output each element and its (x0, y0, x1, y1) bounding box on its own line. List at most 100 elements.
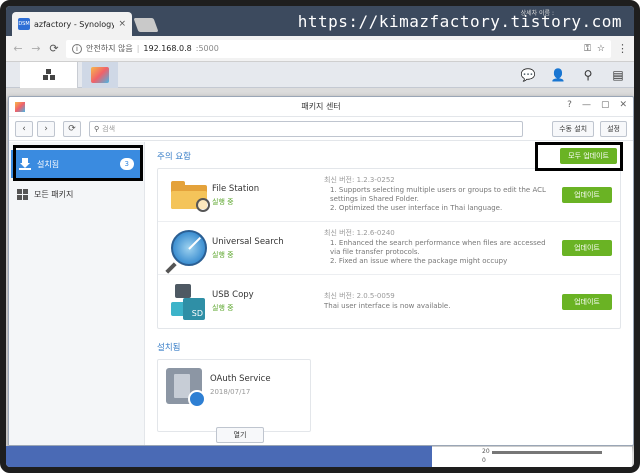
package-name: USB Copy (212, 290, 254, 300)
toolbar-actions: 수동 설치 설정 (552, 120, 627, 137)
package-notes-text: Thai user interface is now available. (324, 301, 451, 310)
package-name-cell: File Station 실행 중 (212, 184, 324, 207)
search-field-icon: ⚲ (94, 124, 100, 133)
update-button[interactable]: 업데이트 (562, 187, 612, 203)
package-center-window: 패키지 센터 ? — ▢ ✕ ‹ › ⟳ ⚲ 검색 수동 설치 설정 설치됨 3… (8, 96, 634, 446)
watermark: https://kimazfactory.tistory.com (297, 12, 622, 31)
url-port: :5000 (195, 44, 219, 53)
oauth-service-icon (166, 368, 206, 408)
package-version: 최신 버전: 1.2.3-0252 (324, 176, 395, 185)
package-center-icon (91, 67, 109, 83)
package-name-cell: USB Copy 실행 중 (212, 290, 324, 313)
info-icon[interactable]: i (72, 43, 82, 54)
tab-close-icon[interactable]: × (118, 19, 126, 29)
package-release-notes: 최신 버전: 2.0.5-0059 Thai user interface is… (324, 292, 554, 311)
search-placeholder: 검색 (102, 124, 116, 133)
package-notes-text: 1. Supports selecting multiple users or … (330, 185, 546, 213)
maximize-icon[interactable]: ▢ (601, 100, 610, 110)
update-button[interactable]: 업데이트 (562, 293, 612, 310)
browser-tab-strip: DSM azfactory - Synology Di × 상세차 이름 : h… (6, 6, 634, 36)
key-icon[interactable]: ⚿ (584, 44, 591, 54)
bookmark-star-icon[interactable]: ☆ (597, 44, 605, 54)
sidebar: 설치됨 3 모든 패키지 (9, 142, 145, 445)
installed-package-info: OAuth Service 2018/07/17 (210, 368, 271, 423)
taskbar-right-icons: 💬 👤 ⚲ ▤ (520, 62, 626, 88)
package-status: 실행 중 (212, 250, 234, 259)
forward-arrow-icon[interactable]: → (30, 42, 42, 55)
url-separator: | (136, 44, 140, 53)
reload-icon[interactable]: ⟳ (48, 42, 60, 55)
browser-tab-title: azfactory - Synology Di (34, 19, 115, 29)
package-icon-cell: SD (166, 282, 212, 322)
open-button[interactable]: 열기 (216, 427, 264, 443)
sidebar-item-label: 모든 패키지 (34, 189, 74, 199)
dsm-taskbar: 💬 👤 ⚲ ▤ (6, 62, 634, 88)
package-name-cell: Universal Search 실행 중 (212, 237, 324, 260)
dsm-favicon-icon: DSM (18, 18, 30, 30)
widgets-icon[interactable]: ▤ (610, 67, 626, 83)
forward-button[interactable]: › (37, 120, 55, 137)
window-app-icon (15, 102, 25, 112)
window-controls: ? — ▢ ✕ (567, 100, 627, 110)
widget-bar (492, 451, 602, 454)
main-menu-grid-icon (42, 69, 55, 81)
usb-copy-icon: SD (171, 283, 207, 320)
update-all-button[interactable]: 모두 업데이트 (560, 148, 617, 164)
window-body: 설치됨 3 모든 패키지 주의 요함 모두 업데이트 File Station … (9, 142, 633, 445)
window-titlebar[interactable]: 패키지 센터 ? — ▢ ✕ (9, 97, 633, 117)
widget-value: 20 (482, 448, 490, 455)
user-icon[interactable]: 👤 (550, 67, 566, 83)
all-packages-grid-icon (17, 188, 28, 200)
package-row-file-station: File Station 실행 중 최신 버전: 1.2.3-0252 1. S… (158, 169, 620, 222)
desktop-background (6, 446, 432, 467)
security-label: 안전하지 않음 (86, 44, 133, 53)
installed-package-card[interactable]: OAuth Service 2018/07/17 열기 (157, 359, 311, 443)
url-input[interactable]: i 안전하지 않음 | 192.168.0.8:5000 ⚿ ☆ (66, 39, 611, 58)
package-version: 최신 버전: 1.2.6-0240 (324, 229, 395, 238)
back-button[interactable]: ‹ (15, 120, 33, 137)
package-name: Universal Search (212, 236, 284, 247)
resource-monitor-widget: 20 0 (432, 446, 632, 467)
new-tab-button[interactable] (133, 18, 159, 32)
help-icon[interactable]: ? (567, 100, 572, 110)
installed-package-name: OAuth Service (210, 374, 271, 384)
installed-package-date: 2018/07/17 (210, 388, 251, 396)
package-release-notes: 최신 버전: 1.2.6-0240 1. Enhanced the search… (324, 229, 554, 267)
notification-chat-icon[interactable]: 💬 (520, 67, 536, 83)
main-content: 주의 요함 모두 업데이트 File Station 실행 중 최신 버전: 1 (145, 142, 633, 445)
sidebar-item-all-packages[interactable]: 모든 패키지 (9, 180, 144, 208)
update-button[interactable]: 업데이트 (562, 240, 612, 256)
package-row-universal-search: Universal Search 실행 중 최신 버전: 1.2.6-0240 … (158, 222, 620, 275)
window-title: 패키지 센터 (301, 102, 341, 111)
browser-tab[interactable]: DSM azfactory - Synology Di × (12, 12, 132, 36)
widget-value: 0 (482, 457, 486, 464)
window-toolbar: ‹ › ⟳ ⚲ 검색 수동 설치 설정 (9, 117, 633, 141)
package-row-usb-copy: SD USB Copy 실행 중 최신 버전: 2.0.5-0059 Thai … (158, 275, 620, 328)
search-icon[interactable]: ⚲ (580, 67, 596, 83)
settings-button[interactable]: 설정 (600, 120, 627, 137)
installed-section-title: 설치됨 (157, 343, 181, 353)
main-menu-button[interactable] (20, 62, 78, 88)
minimize-icon[interactable]: — (582, 100, 591, 110)
package-icon-cell (166, 175, 212, 215)
highlight-box-sidebar (13, 145, 143, 181)
taskbar-package-center-button[interactable] (82, 62, 118, 88)
package-icon-cell (165, 228, 212, 274)
manual-install-button[interactable]: 수동 설치 (552, 120, 595, 137)
package-version: 최신 버전: 2.0.5-0059 (324, 292, 395, 301)
package-release-notes: 최신 버전: 1.2.3-0252 1. Supports selecting … (324, 176, 554, 214)
refresh-button[interactable]: ⟳ (63, 120, 81, 137)
url-host: 192.168.0.8 (143, 44, 192, 53)
package-name: File Station (212, 183, 260, 194)
package-search-input[interactable]: ⚲ 검색 (89, 120, 523, 137)
address-bar: ← → ⟳ i 안전하지 않음 | 192.168.0.8:5000 ⚿ ☆ ⋮ (6, 36, 634, 62)
package-status: 실행 중 (212, 304, 234, 312)
package-status: 실행 중 (212, 197, 234, 206)
omnibox-actions: ⚿ ☆ (584, 44, 605, 54)
attention-package-list: File Station 실행 중 최신 버전: 1.2.3-0252 1. S… (157, 168, 621, 329)
package-notes-text: 1. Enhanced the search performance when … (330, 238, 546, 266)
close-icon[interactable]: ✕ (619, 100, 627, 110)
screen: DSM azfactory - Synology Di × 상세차 이름 : h… (6, 6, 634, 467)
back-arrow-icon[interactable]: ← (12, 42, 24, 55)
browser-menu-icon[interactable]: ⋮ (617, 42, 628, 55)
